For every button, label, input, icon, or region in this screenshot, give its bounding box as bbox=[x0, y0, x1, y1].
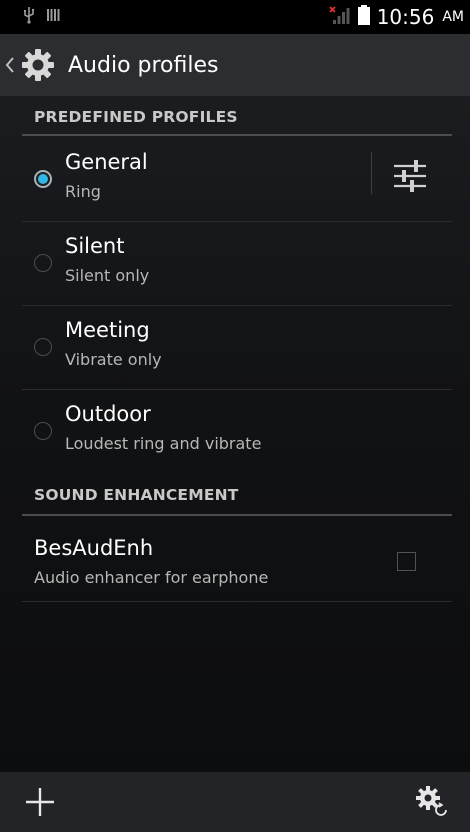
add-icon[interactable] bbox=[22, 784, 58, 820]
section-header-enhancement: SOUND ENHANCEMENT bbox=[34, 486, 239, 504]
no-signal-icon bbox=[329, 4, 351, 30]
profile-subtitle: Vibrate only bbox=[65, 350, 162, 369]
profile-subtitle: Loudest ring and vibrate bbox=[65, 434, 262, 453]
enhancement-title: BesAudEnh bbox=[34, 536, 154, 560]
profile-title: Outdoor bbox=[65, 402, 151, 426]
status-bar: 10:56 AM bbox=[0, 0, 470, 34]
bottom-action-bar bbox=[0, 772, 470, 832]
section-divider bbox=[22, 134, 452, 136]
radio-general[interactable] bbox=[34, 170, 52, 188]
radio-silent[interactable] bbox=[34, 254, 52, 272]
clock-ampm: AM bbox=[442, 9, 464, 25]
row-divider bbox=[22, 601, 452, 602]
profile-title: Meeting bbox=[65, 318, 150, 342]
profile-row-silent[interactable]: Silent Silent only bbox=[22, 222, 452, 306]
profile-row-general[interactable]: General Ring bbox=[22, 138, 452, 222]
content-area: PREDEFINED PROFILES General Ring Silent … bbox=[0, 96, 470, 772]
reset-settings-icon[interactable] bbox=[410, 782, 454, 822]
radio-outdoor[interactable] bbox=[34, 422, 52, 440]
profile-row-meeting[interactable]: Meeting Vibrate only bbox=[22, 306, 452, 390]
usb-icon bbox=[22, 6, 36, 28]
action-bar: Audio profiles bbox=[0, 34, 470, 96]
profile-subtitle: Silent only bbox=[65, 266, 150, 285]
enhancement-subtitle: Audio enhancer for earphone bbox=[34, 568, 269, 587]
storage-bars-icon bbox=[46, 7, 60, 27]
equalizer-settings-icon[interactable] bbox=[382, 154, 438, 198]
page-title: Audio profiles bbox=[68, 52, 219, 78]
profile-title: General bbox=[65, 150, 148, 174]
back-chevron-icon[interactable] bbox=[4, 55, 16, 75]
radio-dot bbox=[38, 174, 48, 184]
settings-gear-icon[interactable] bbox=[20, 47, 56, 83]
profile-row-outdoor[interactable]: Outdoor Loudest ring and vibrate bbox=[22, 390, 452, 474]
section-header-predefined: PREDEFINED PROFILES bbox=[34, 108, 238, 126]
profile-subtitle: Ring bbox=[65, 182, 101, 201]
profile-title: Silent bbox=[65, 234, 125, 258]
clock-time: 10:56 bbox=[376, 5, 435, 29]
row-vertical-divider bbox=[371, 152, 372, 194]
radio-meeting[interactable] bbox=[34, 338, 52, 356]
enhancement-checkbox[interactable] bbox=[397, 552, 416, 571]
battery-icon bbox=[357, 4, 371, 30]
enhancement-row[interactable]: BesAudEnh Audio enhancer for earphone bbox=[22, 516, 452, 602]
